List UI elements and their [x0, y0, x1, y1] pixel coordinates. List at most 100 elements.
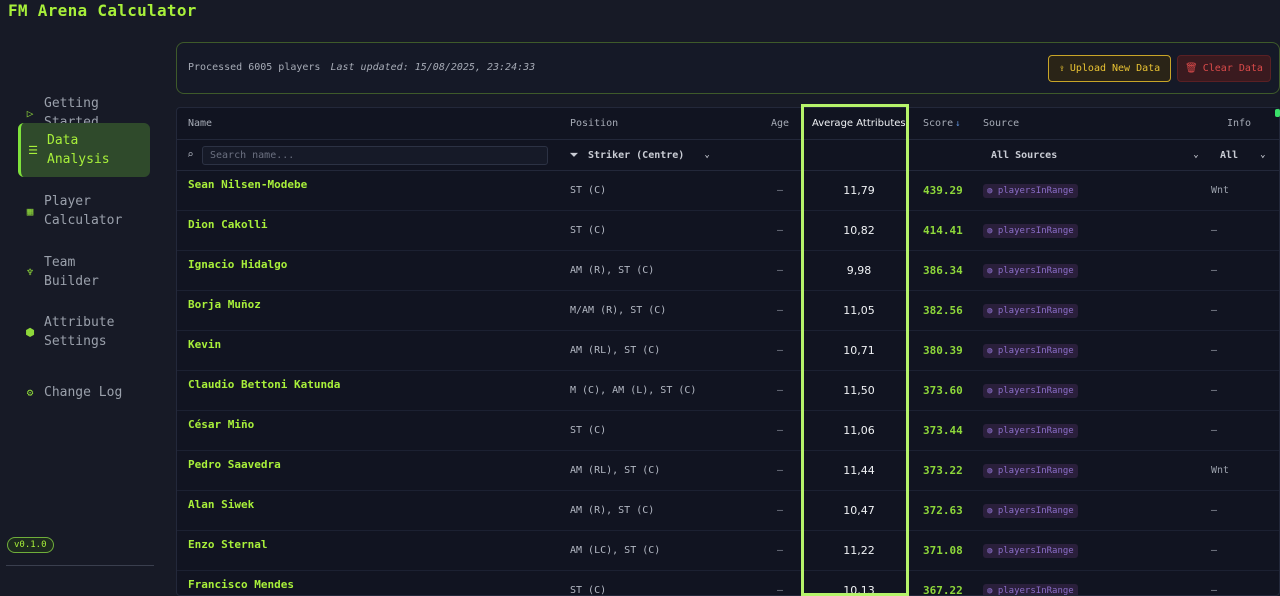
table-header: Name Position Age Average Attributes Sco…: [177, 108, 1279, 140]
source-badge: ◍ playersInRange: [983, 343, 1078, 358]
player-average-attributes: 10,13: [843, 584, 875, 596]
info-filter[interactable]: All ⌄: [1220, 140, 1265, 170]
header-score-label: Score: [923, 118, 954, 129]
player-score: 373.60: [923, 384, 963, 397]
player-score: 414.41: [923, 224, 963, 237]
player-age: –: [777, 185, 784, 196]
source-badge: ◍ playersInRange: [983, 303, 1078, 318]
player-info: –: [1211, 385, 1218, 396]
table-row[interactable]: Claudio Bettoni Katunda M (C), AM (L), S…: [177, 371, 1279, 411]
table-row[interactable]: Borja Muñoz M/AM (R), ST (C) – 11,05 382…: [177, 291, 1279, 331]
source-badge: ◍ playersInRange: [983, 423, 1078, 438]
player-score: 373.22: [923, 464, 963, 477]
player-average-attributes: 10,71: [843, 344, 875, 357]
player-name[interactable]: Dion Cakolli: [188, 205, 267, 244]
header-name[interactable]: Name: [188, 108, 212, 139]
player-source: ◍ playersInRange: [983, 331, 1078, 370]
player-name[interactable]: Enzo Sternal: [188, 525, 267, 564]
player-age: –: [777, 425, 784, 436]
source-badge: ◍ playersInRange: [983, 543, 1078, 558]
table-row[interactable]: Kevin AM (RL), ST (C) – 10,71 380.39 ◍ p…: [177, 331, 1279, 371]
header-average-attributes[interactable]: Average Attributes: [812, 108, 906, 139]
sidebar-item-label: Team Builder: [44, 255, 99, 289]
position-filter[interactable]: ⏷ Striker (Centre) ⌄: [570, 140, 710, 170]
player-source: ◍ playersInRange: [983, 291, 1078, 330]
player-score: 367.22: [923, 584, 963, 596]
player-average-attributes: 11,44: [843, 464, 875, 477]
player-average-attributes: 11,79: [843, 184, 875, 197]
player-average-attributes: 10,82: [843, 224, 875, 237]
player-average-attributes: 11,06: [843, 424, 875, 437]
player-position: AM (RL), ST (C): [570, 345, 661, 356]
table-row[interactable]: Ignacio Hidalgo AM (R), ST (C) – 9,98 38…: [177, 251, 1279, 291]
players-table: Name Position Age Average Attributes Sco…: [176, 107, 1280, 596]
source-badge: ◍ playersInRange: [983, 183, 1078, 198]
header-info[interactable]: Info: [1227, 108, 1251, 139]
table-row[interactable]: Alan Siwek AM (R), ST (C) – 10,47 372.63…: [177, 491, 1279, 531]
status-indicator: [1275, 109, 1280, 117]
player-position: AM (RL), ST (C): [570, 465, 661, 476]
table-row[interactable]: Francisco Mendes ST (C) – 10,13 367.22 ◍…: [177, 571, 1279, 596]
clear-label: Clear Data: [1202, 63, 1263, 74]
clear-data-button[interactable]: 🗑 Clear Data: [1177, 55, 1271, 82]
upload-label: Upload New Data: [1069, 63, 1161, 74]
player-name[interactable]: Alan Siwek: [188, 485, 254, 524]
player-score: 382.56: [923, 304, 963, 317]
database-icon: ☰: [28, 143, 38, 157]
header-position[interactable]: Position: [570, 108, 618, 139]
sidebar-item-player-calculator[interactable]: ▦ Player Calculator: [18, 184, 150, 238]
player-age: –: [777, 505, 784, 516]
header-score[interactable]: Score ↓: [923, 108, 961, 139]
player-info: –: [1211, 545, 1218, 556]
sidebar-item-data-analysis[interactable]: ☰ Data Analysis: [18, 123, 150, 177]
sort-desc-icon: ↓: [955, 118, 961, 129]
player-name[interactable]: César Miño: [188, 405, 254, 444]
player-name[interactable]: Pedro Saavedra: [188, 445, 281, 484]
table-row[interactable]: César Miño ST (C) – 11,06 373.44 ◍ playe…: [177, 411, 1279, 451]
source-badge: ◍ playersInRange: [983, 463, 1078, 478]
player-name[interactable]: Claudio Bettoni Katunda: [188, 365, 340, 404]
player-position: ST (C): [570, 585, 607, 596]
player-source: ◍ playersInRange: [983, 211, 1078, 250]
player-score: 380.39: [923, 344, 963, 357]
header-source[interactable]: Source: [983, 108, 1019, 139]
player-score: 386.34: [923, 264, 963, 277]
sidebar-item-change-log[interactable]: ⚙ Change Log: [18, 365, 150, 419]
table-row[interactable]: Dion Cakolli ST (C) – 10,82 414.41 ◍ pla…: [177, 211, 1279, 251]
status-panel: Processed 6005 players Last updated: 15/0…: [176, 42, 1280, 94]
header-age[interactable]: Age: [771, 108, 789, 139]
table-row[interactable]: Pedro Saavedra AM (RL), ST (C) – 11,44 3…: [177, 451, 1279, 491]
player-name[interactable]: Sean Nilsen-Modebe: [188, 165, 307, 204]
player-age: –: [777, 385, 784, 396]
player-source: ◍ playersInRange: [983, 251, 1078, 290]
player-age: –: [777, 265, 784, 276]
sidebar-divider: [6, 565, 154, 566]
player-name[interactable]: Francisco Mendes: [188, 565, 294, 595]
player-position: ST (C): [570, 225, 607, 236]
player-info: Wnt: [1211, 465, 1230, 476]
processed-count: Processed 6005 players: [188, 62, 321, 73]
sidebar-item-label: Player Calculator: [44, 194, 123, 228]
trash-icon: 🗑: [1185, 63, 1198, 74]
sidebar-item-team-builder[interactable]: ♆ Team Builder: [18, 245, 150, 299]
player-position: M/AM (R), ST (C): [570, 305, 667, 316]
player-info: –: [1211, 225, 1218, 236]
sidebar-item-label: Attribute Settings: [44, 315, 115, 349]
sidebar-item-attribute-settings[interactable]: ⬢ Attribute Settings: [18, 305, 150, 359]
player-age: –: [777, 585, 784, 596]
player-average-attributes: 11,22: [843, 544, 875, 557]
player-source: ◍ playersInRange: [983, 571, 1078, 595]
player-score: 371.08: [923, 544, 963, 557]
upload-data-button[interactable]: ⇪ Upload New Data: [1048, 55, 1171, 82]
source-filter-value: All Sources: [991, 149, 1058, 161]
info-filter-value: All: [1220, 149, 1239, 161]
player-name[interactable]: Ignacio Hidalgo: [188, 245, 287, 284]
player-info: Wnt: [1211, 185, 1230, 196]
table-row[interactable]: Sean Nilsen-Modebe ST (C) – 11,79 439.29…: [177, 171, 1279, 211]
player-info: –: [1211, 305, 1218, 316]
table-row[interactable]: Enzo Sternal AM (LC), ST (C) – 11,22 371…: [177, 531, 1279, 571]
player-name[interactable]: Kevin: [188, 325, 221, 364]
player-name[interactable]: Borja Muñoz: [188, 285, 261, 324]
search-input[interactable]: Search name...: [202, 146, 548, 165]
source-filter[interactable]: All Sources ⌄: [991, 140, 1199, 170]
